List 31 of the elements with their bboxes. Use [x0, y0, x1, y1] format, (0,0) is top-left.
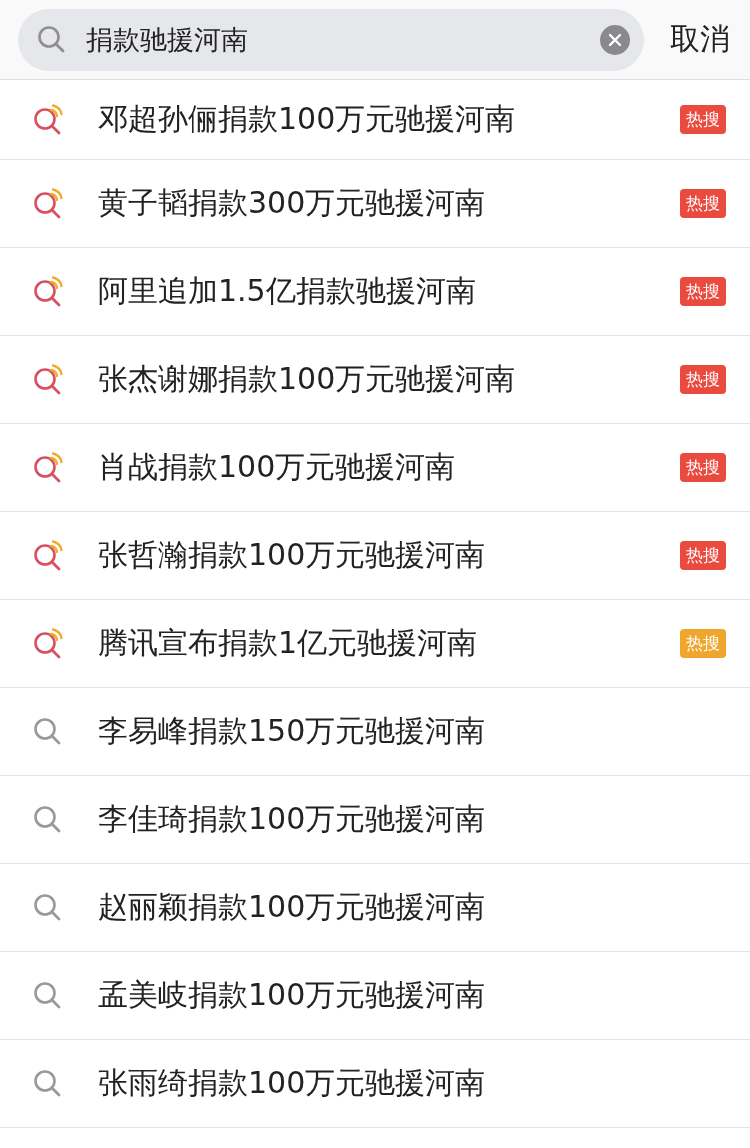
suggestion-item[interactable]: 李易峰捐款150万元驰援河南 — [0, 688, 750, 776]
suggestion-item[interactable]: 肖战捐款100万元驰援河南 热搜 — [0, 424, 750, 512]
suggestion-item[interactable]: 张哲瀚捐款100万元驰援河南 热搜 — [0, 512, 750, 600]
hot-badge: 热搜 — [680, 365, 726, 394]
suggestion-item[interactable]: 赵丽颖捐款100万元驰援河南 — [0, 864, 750, 952]
clear-button[interactable] — [600, 24, 630, 55]
suggestion-item[interactable]: 李佳琦捐款100万元驰援河南 — [0, 776, 750, 864]
suggestion-item[interactable]: 张雨绮捐款100万元驰援河南 — [0, 1040, 750, 1128]
suggestion-item[interactable]: 孟美岐捐款100万元驰援河南 — [0, 952, 750, 1040]
hot-badge: 热搜 — [680, 105, 726, 134]
hot-badge: 热搜 — [680, 629, 726, 658]
close-icon — [608, 32, 622, 47]
hot-search-icon — [32, 363, 64, 396]
search-bar[interactable]: 捐款驰援河南 — [18, 8, 644, 71]
hot-search-icon — [32, 451, 64, 484]
hot-search-icon — [32, 187, 64, 220]
hot-badge: 热搜 — [680, 277, 726, 306]
search-field[interactable]: 捐款驰援河南 — [84, 23, 584, 56]
hot-search-icon — [32, 539, 64, 572]
hot-badge: 热搜 — [680, 541, 726, 570]
suggestion-item[interactable]: 阿里追加1.5亿捐款驰援河南 热搜 — [0, 248, 750, 336]
hot-search-icon — [32, 627, 64, 660]
cancel-button[interactable]: 取消 — [670, 19, 730, 60]
hot-search-icon — [32, 103, 64, 136]
suggestion-item[interactable]: 邓超孙俪捐款100万元驰援河南 热搜 — [0, 80, 750, 160]
hot-badge: 热搜 — [680, 189, 726, 218]
suggestion-item[interactable]: 张杰谢娜捐款100万元驰援河南 热搜 — [0, 336, 750, 424]
suggestion-item[interactable]: 黄子韬捐款300万元驰援河南 热搜 — [0, 160, 750, 248]
hot-search-icon — [32, 275, 64, 308]
hot-badge: 热搜 — [680, 453, 726, 482]
suggestion-item[interactable]: 腾讯宣布捐款1亿元驰援河南 热搜 — [0, 600, 750, 688]
